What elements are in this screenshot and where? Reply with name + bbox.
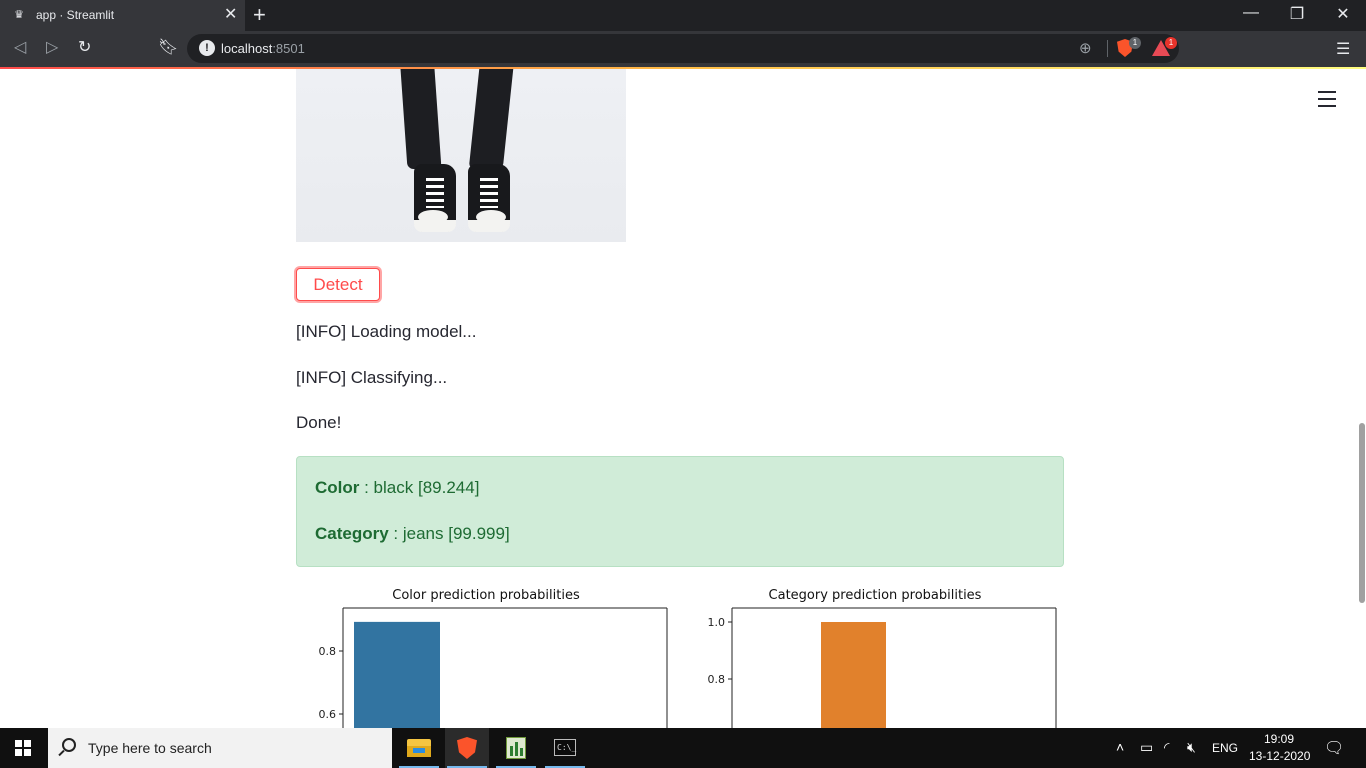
- close-tab-icon[interactable]: ✕: [224, 6, 237, 24]
- divider: [1107, 40, 1108, 57]
- bookmark-icon[interactable]: 🔖︎: [158, 39, 178, 57]
- battery-icon[interactable]: ▭: [1140, 739, 1153, 756]
- site-info-icon[interactable]: !: [199, 40, 215, 56]
- reload-icon[interactable]: ↻: [78, 39, 91, 57]
- streamlit-page: Detect [INFO] Loading model... [INFO] Cl…: [0, 69, 1366, 728]
- streamlit-crown-icon: ♛: [14, 9, 24, 21]
- minimize-icon[interactable]: —: [1231, 4, 1271, 22]
- color-result: Color : black [89.244]: [315, 478, 480, 497]
- browser-toolbar: ◁ ▷ ↻ 🔖︎ ! localhost:8501 ⊕ 1 1 ☰: [0, 31, 1366, 67]
- back-icon[interactable]: ◁: [14, 39, 26, 57]
- detect-button[interactable]: Detect: [296, 268, 380, 301]
- language-indicator[interactable]: ENG: [1212, 741, 1238, 755]
- forward-icon[interactable]: ▷: [46, 39, 58, 57]
- y-tick-label: 0.8: [708, 673, 726, 686]
- taskbar-search[interactable]: Type here to search: [48, 728, 392, 768]
- category-probability-chart: Category prediction probabilities 1.0 0.8: [685, 582, 1065, 728]
- close-window-icon[interactable]: ✕: [1323, 4, 1363, 24]
- chart-svg: 1.0 0.8: [708, 607, 1057, 728]
- file-explorer-icon[interactable]: [397, 728, 441, 768]
- volume-muted-icon[interactable]: 🔇︎: [1187, 739, 1196, 756]
- clock-date[interactable]: 13-12-2020: [1249, 749, 1310, 763]
- log-classifying: [INFO] Classifying...: [296, 368, 448, 387]
- browser-menu-icon[interactable]: ☰: [1336, 39, 1350, 59]
- zoom-icon[interactable]: ⊕: [1079, 39, 1092, 57]
- browser-tab-bar: ♛ app · Streamlit ✕ + — ❐ ✕: [0, 0, 1366, 31]
- color-probability-chart: Color prediction probabilities 0.8 0.6: [296, 582, 676, 728]
- right-leg: [468, 69, 514, 169]
- chart-app-icon[interactable]: [494, 728, 538, 768]
- chart-bar: [354, 621, 440, 728]
- y-tick-label: 0.8: [319, 645, 337, 658]
- log-loading-model: [INFO] Loading model...: [296, 322, 477, 341]
- right-sneaker: [468, 164, 510, 232]
- clock-time[interactable]: 19:09: [1264, 732, 1294, 746]
- windows-taskbar: Type here to search C:\_ ˄ ▭ ◜ 🔇︎ ENG 19…: [0, 728, 1366, 768]
- log-done: Done!: [296, 413, 342, 432]
- notifications-icon[interactable]: 🗨︎: [1324, 738, 1344, 758]
- address-bar[interactable]: ! localhost:8501 ⊕ 1 1: [187, 34, 1179, 63]
- brave-browser-icon[interactable]: [445, 728, 489, 768]
- chevron-up-icon[interactable]: ˄: [1116, 739, 1124, 755]
- browser-tab[interactable]: ♛ app · Streamlit ✕: [0, 0, 245, 31]
- y-tick-label: 0.6: [319, 708, 337, 721]
- search-icon: [62, 738, 76, 752]
- url-text: localhost:8501: [221, 41, 305, 56]
- left-leg: [400, 69, 442, 169]
- terminal-icon[interactable]: C:\_: [543, 728, 587, 768]
- chart-bar: [821, 622, 886, 728]
- wifi-icon[interactable]: ◜: [1164, 739, 1169, 756]
- y-tick-label: 1.0: [708, 616, 726, 629]
- tab-title: app · Streamlit: [36, 8, 115, 22]
- left-sneaker: [414, 164, 456, 232]
- scrollbar[interactable]: [1359, 423, 1365, 603]
- chart-svg: 0.8 0.6: [319, 607, 668, 728]
- shield-badge: 1: [1129, 37, 1141, 49]
- uploaded-image: [296, 69, 626, 242]
- success-alert: Color : black [89.244] Category : jeans …: [296, 456, 1064, 567]
- category-result: Category : jeans [99.999]: [315, 524, 510, 543]
- new-tab-icon[interactable]: +: [253, 4, 266, 26]
- restore-icon[interactable]: ❐: [1277, 4, 1317, 24]
- rewards-badge: 1: [1165, 37, 1177, 49]
- hamburger-menu-icon[interactable]: [1318, 91, 1336, 112]
- windows-start-icon[interactable]: [15, 740, 31, 756]
- search-placeholder: Type here to search: [88, 740, 212, 756]
